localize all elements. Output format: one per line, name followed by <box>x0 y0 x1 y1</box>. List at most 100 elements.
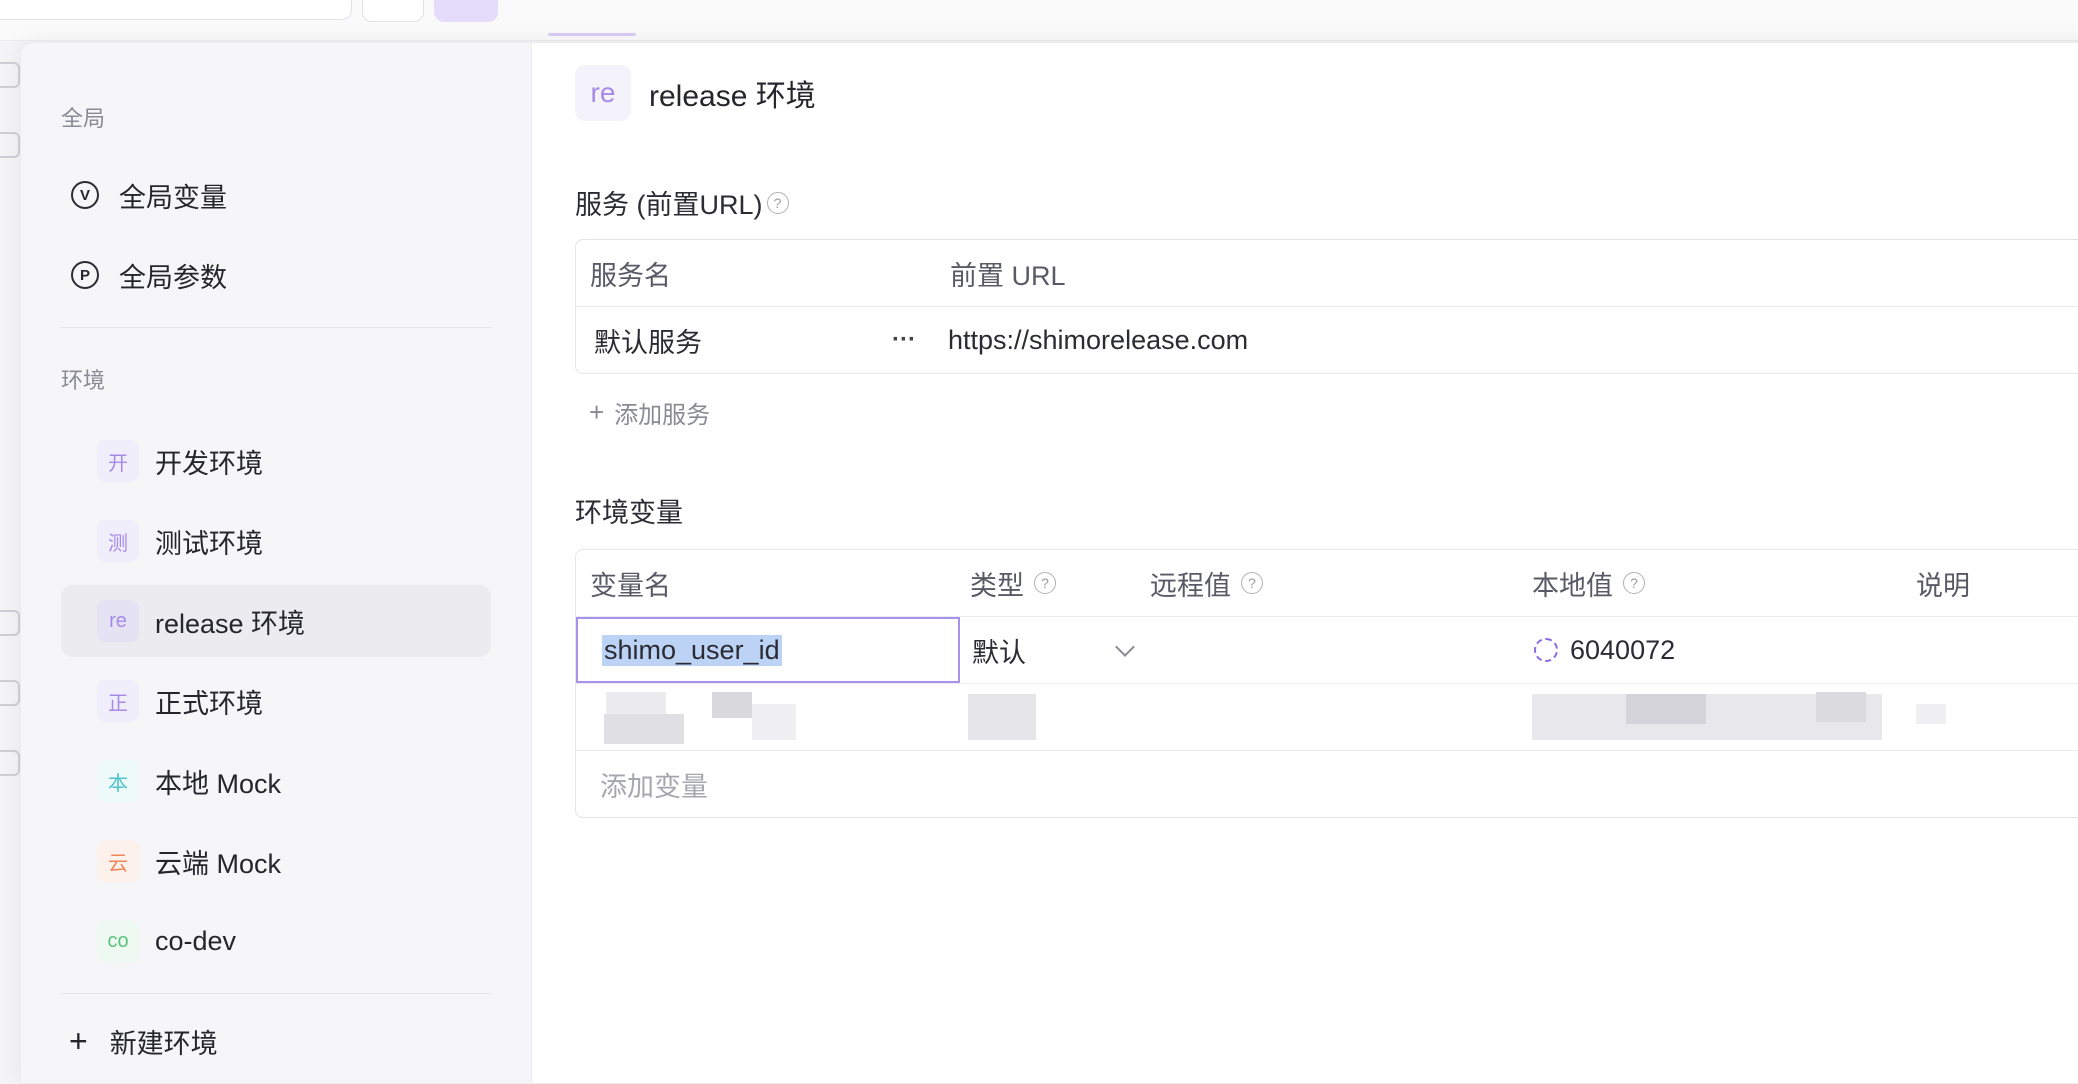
env-badge: re <box>575 65 631 121</box>
env-item-label: release 环境 <box>155 608 306 639</box>
env-item-label: 测试环境 <box>155 528 263 559</box>
background-rail-icon <box>0 610 20 636</box>
sidebar-item-global-params[interactable]: P 全局参数 <box>61 239 491 311</box>
column-header: 说明 <box>1916 570 1970 601</box>
env-item-label: 正式环境 <box>155 688 263 719</box>
section-label-env: 环境 <box>61 368 106 393</box>
more-icon[interactable]: ··· <box>892 307 916 373</box>
new-environment-button[interactable]: + 新建环境 <box>61 1013 218 1069</box>
column-header: 服务名 <box>590 260 671 291</box>
type-select-value: 默认 <box>972 637 1026 668</box>
column-header-type: 类型 ? <box>970 550 1056 616</box>
description-field[interactable] <box>1916 617 2078 683</box>
env-item-release[interactable]: re release 环境 <box>61 585 491 657</box>
redacted-block <box>712 692 752 718</box>
env-item-label: co-dev <box>155 925 237 956</box>
unlink-icon[interactable] <box>1534 638 1558 662</box>
env-item-dev[interactable]: 开 开发环境 <box>61 425 491 497</box>
redacted-block <box>604 714 684 744</box>
add-variable-row: 添加变量 <box>576 751 2078 817</box>
redacted-block <box>1626 694 1706 724</box>
local-value-field[interactable]: 6040072 <box>1534 617 1675 683</box>
background-search-box <box>0 0 352 20</box>
services-heading: 服务 (前置URL) ? <box>575 183 789 222</box>
new-environment-label: 新建环境 <box>109 1028 218 1059</box>
table-header-row: 变量名 类型 ? 远程值 ? 本地值 ? 说明 <box>576 550 2078 617</box>
divider <box>61 993 491 994</box>
add-variable-input[interactable]: 添加变量 <box>600 751 708 817</box>
background-active-tab-indicator <box>548 33 636 36</box>
background-rail-icon <box>0 132 20 158</box>
plus-icon: + <box>69 1023 88 1059</box>
background-rail-icon <box>0 62 20 88</box>
env-badge: 云 <box>97 840 139 882</box>
table-row-redacted <box>576 684 2078 751</box>
service-url[interactable]: https://shimorelease.com <box>948 307 1248 373</box>
help-icon[interactable]: ? <box>1034 572 1056 594</box>
p-circle-icon: P <box>71 261 99 289</box>
variable-name-input[interactable]: shimo_user_id <box>576 617 960 683</box>
chevron-down-icon <box>1115 637 1135 657</box>
background-topbar <box>0 0 2078 41</box>
env-badge: 本 <box>97 760 139 802</box>
background-primary-button <box>434 0 498 22</box>
variables-table: 变量名 类型 ? 远程值 ? 本地值 ? 说明 shimo_user_id 默认… <box>575 549 2078 818</box>
env-item-co-dev[interactable]: co co-dev <box>61 905 491 977</box>
local-value: 6040072 <box>1570 634 1676 665</box>
table-row: 默认服务 ··· https://shimorelease.com <box>576 307 2078 373</box>
env-badge: 开 <box>97 440 139 482</box>
environment-sidebar: 全局 V 全局变量 P 全局参数 环境 开 开发环境 测 测试环境 re rel… <box>21 43 532 1083</box>
plus-icon: + <box>589 397 605 427</box>
column-header-label: 远程值 <box>1150 570 1231 601</box>
services-table: 服务名 前置 URL 默认服务 ··· https://shimorelease… <box>575 239 2078 374</box>
help-icon[interactable]: ? <box>1623 572 1645 594</box>
redacted-block <box>606 692 666 714</box>
selected-text: shimo_user_id <box>602 634 782 666</box>
redacted-block <box>1816 692 1866 722</box>
service-name[interactable]: 默认服务 <box>594 307 702 373</box>
redacted-block <box>752 704 796 740</box>
services-heading-text: 服务 (前置URL) <box>575 190 763 220</box>
env-item-label: 云端 Mock <box>155 848 282 879</box>
column-header-label: 类型 <box>970 570 1024 601</box>
section-label-global: 全局 <box>61 106 106 131</box>
sidebar-item-label: 全局参数 <box>119 262 227 293</box>
column-header-remote: 远程值 ? <box>1150 550 1263 616</box>
add-service-button[interactable]: + 添加服务 <box>589 395 710 430</box>
redacted-block <box>1916 704 1946 724</box>
remote-value-field[interactable] <box>1150 617 1510 683</box>
env-item-label: 开发环境 <box>155 448 263 479</box>
table-row: shimo_user_id 默认 6040072 <box>576 617 2078 684</box>
column-header-local: 本地值 ? <box>1532 550 1645 616</box>
redacted-block <box>968 694 1036 740</box>
column-header: 变量名 <box>590 570 671 601</box>
env-title: release 环境 <box>649 80 816 113</box>
env-item-test[interactable]: 测 测试环境 <box>61 505 491 577</box>
env-badge: 正 <box>97 680 139 722</box>
help-icon[interactable]: ? <box>1241 572 1263 594</box>
variables-heading: 环境变量 <box>575 491 683 530</box>
env-item-local-mock[interactable]: 本 本地 Mock <box>61 745 491 817</box>
env-item-cloud-mock[interactable]: 云 云端 Mock <box>61 825 491 897</box>
env-item-label: 本地 Mock <box>155 768 282 799</box>
env-badge: 测 <box>97 520 139 562</box>
env-item-prod[interactable]: 正 正式环境 <box>61 665 491 737</box>
variables-heading-text: 环境变量 <box>575 498 683 528</box>
column-header: 前置 URL <box>950 260 1066 291</box>
table-header-row: 服务名 前置 URL <box>576 240 2078 307</box>
divider <box>61 327 491 328</box>
background-button <box>362 0 424 22</box>
env-badge: re <box>97 600 139 642</box>
v-circle-icon: V <box>71 181 99 209</box>
add-service-label: 添加服务 <box>614 402 711 429</box>
background-rail-icon <box>0 750 20 776</box>
type-select[interactable]: 默认 <box>972 617 1135 683</box>
environment-detail-panel: re release 环境 服务 (前置URL) ? 服务名 前置 URL 默认… <box>531 43 2078 1083</box>
env-badge: co <box>97 920 139 962</box>
page-title: re release 环境 <box>575 65 816 121</box>
help-icon[interactable]: ? <box>766 191 789 214</box>
column-header-label: 本地值 <box>1532 570 1613 601</box>
sidebar-item-label: 全局变量 <box>119 182 227 213</box>
sidebar-item-global-variables[interactable]: V 全局变量 <box>61 159 491 231</box>
background-rail-icon <box>0 680 20 706</box>
